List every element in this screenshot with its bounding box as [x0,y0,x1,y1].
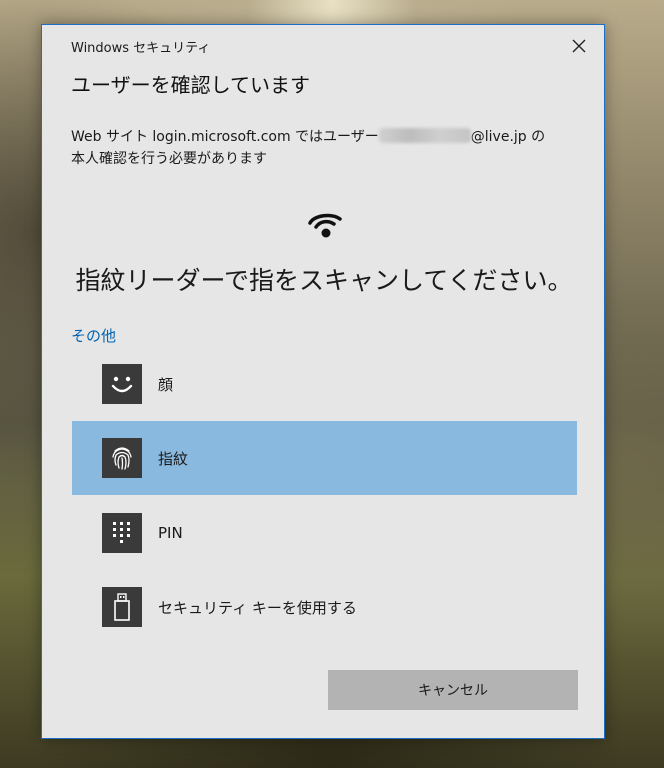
description-line2: 本人確認を行う必要があります [71,151,267,167]
dialog-description: Web サイト login.microsoft.com ではユーザー @live.… [71,126,581,170]
face-icon [111,376,133,393]
pin-keypad-icon [113,522,130,543]
description-prefix: Web サイト login.microsoft.com ではユーザー [71,129,379,145]
option-icon-tile [102,513,142,553]
option-face[interactable]: 顔 [72,347,577,421]
option-label: セキュリティ キーを使用する [158,598,357,617]
dialog-app-title: Windows セキュリティ [71,41,211,56]
close-icon [572,39,586,53]
scanning-progress-icon [308,213,342,238]
option-pin[interactable]: PIN [72,496,577,570]
option-icon-tile [102,587,142,627]
cancel-button[interactable]: キャンセル [328,670,578,710]
option-icon-tile [102,438,142,478]
option-label: 指紋 [158,449,189,468]
option-label: PIN [158,524,183,542]
close-button[interactable] [568,35,590,57]
description-suffix: @live.jp の [470,129,546,145]
windows-security-dialog: Windows セキュリティ ユーザーを確認しています Web サイト logi… [41,24,605,739]
option-fingerprint[interactable]: 指紋 [72,421,577,495]
scan-prompt: 指紋リーダーで指をスキャンしてください。 [75,266,573,295]
dialog-heading: ユーザーを確認しています [71,73,310,97]
redacted-username [378,128,471,143]
usb-key-icon [114,593,130,621]
option-security-key[interactable]: セキュリティ キーを使用する [72,570,577,644]
more-choices-link[interactable]: その他 [71,325,116,346]
fingerprint-icon [112,447,132,470]
option-icon-tile [102,364,142,404]
option-label: 顔 [158,375,174,394]
